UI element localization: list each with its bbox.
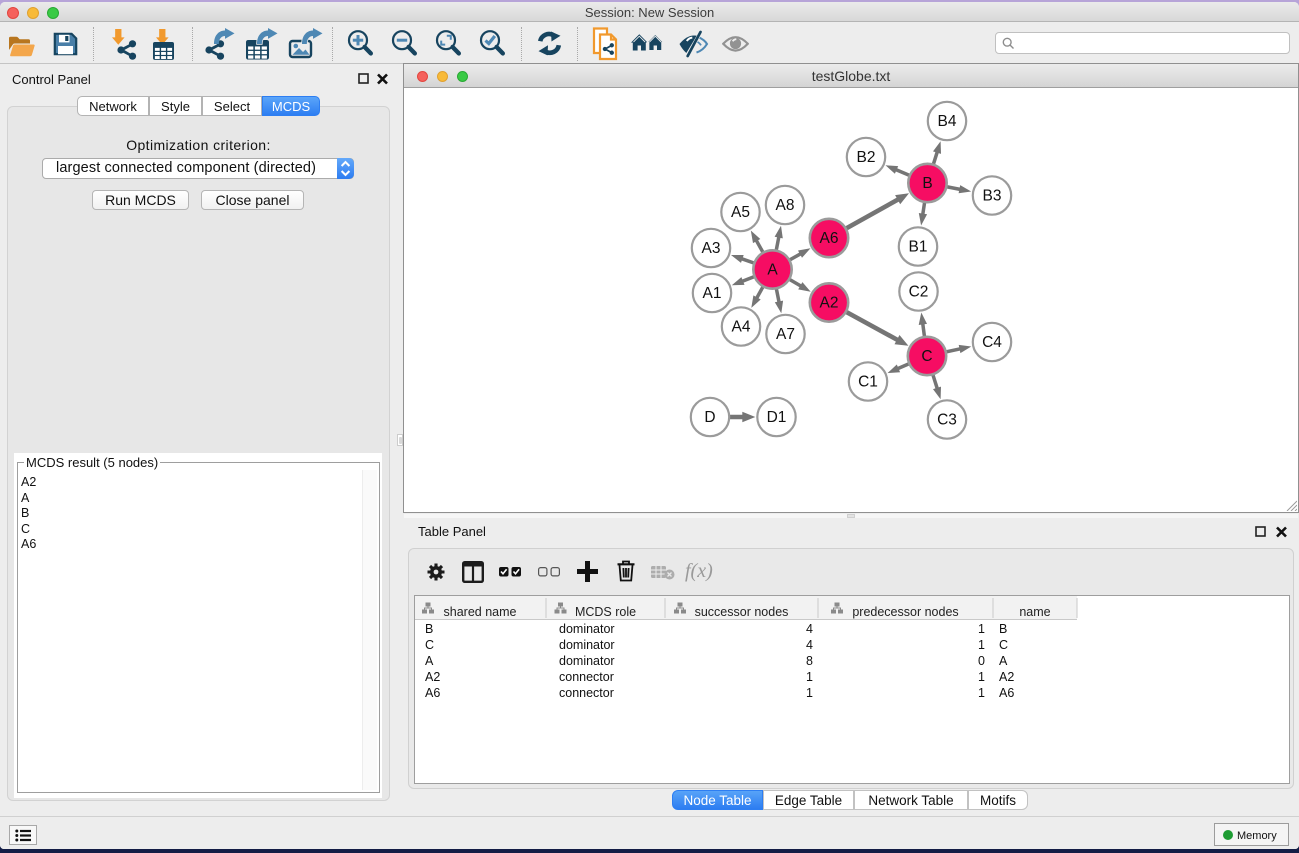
svg-text:C4: C4 [982,334,1002,351]
svg-text:C: C [921,348,932,365]
svg-text:C2: C2 [909,284,929,301]
svg-text:B4: B4 [938,113,957,130]
svg-text:B2: B2 [857,149,876,166]
svg-text:A1: A1 [703,285,722,302]
svg-text:A5: A5 [731,204,750,221]
svg-text:A7: A7 [776,326,795,343]
svg-text:B: B [922,175,932,192]
svg-text:A2: A2 [820,295,839,312]
svg-text:C1: C1 [858,374,878,391]
svg-text:A: A [767,262,778,279]
svg-text:A6: A6 [820,230,839,247]
svg-text:B3: B3 [983,188,1002,205]
svg-text:D1: D1 [767,409,787,426]
svg-text:D: D [704,409,715,426]
svg-text:A4: A4 [732,319,751,336]
svg-text:A8: A8 [776,197,795,214]
svg-text:B1: B1 [909,239,928,256]
svg-text:A3: A3 [702,240,721,257]
svg-text:C3: C3 [937,412,957,429]
